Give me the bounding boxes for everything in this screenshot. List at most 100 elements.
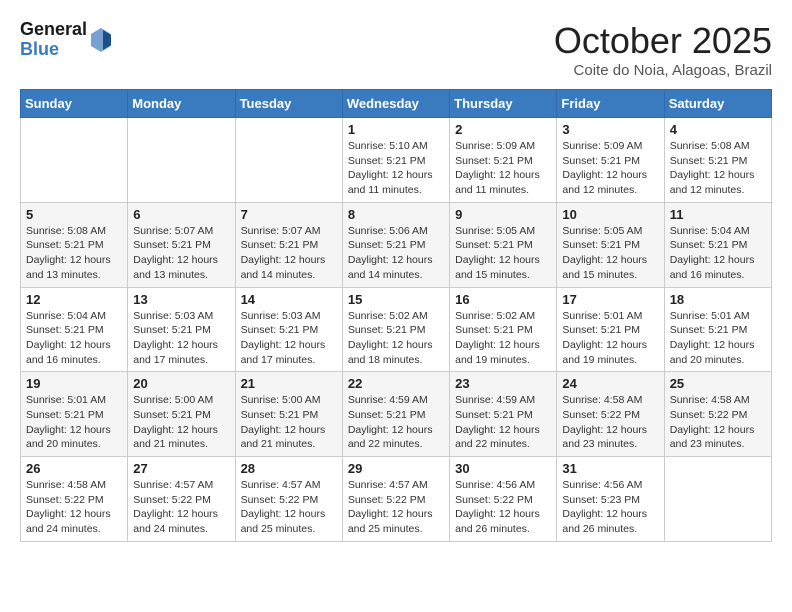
weekday-header: Tuesday	[235, 90, 342, 118]
logo-general: General	[20, 20, 87, 40]
calendar-day-cell: 18 Sunrise: 5:01 AM Sunset: 5:21 PM Dayli…	[664, 287, 771, 372]
calendar-day-cell: 20Sunrise: 5:00 AM Sunset: 5:21 PM Dayli…	[128, 372, 235, 457]
day-number: 11	[670, 207, 766, 222]
day-info: Sunrise: 5:00 AM Sunset: 5:21 PM Dayligh…	[241, 393, 337, 452]
day-number: 5	[26, 207, 122, 222]
day-number: 20	[133, 376, 229, 391]
calendar-day-cell: 11Sunrise: 5:04 AM Sunset: 5:21 PM Dayli…	[664, 202, 771, 287]
day-number: 1	[348, 122, 444, 137]
day-number: 18	[670, 292, 766, 307]
calendar-day-cell: 21 Sunrise: 5:00 AM Sunset: 5:21 PM Dayli…	[235, 372, 342, 457]
logo-icon	[89, 26, 113, 54]
day-number: 2	[455, 122, 551, 137]
day-info: Sunrise: 4:58 AM Sunset: 5:22 PM Dayligh…	[26, 478, 122, 537]
calendar-day-cell: 29 Sunrise: 4:57 AM Sunset: 5:22 PM Dayli…	[342, 457, 449, 542]
calendar-day-cell: 7 Sunrise: 5:07 AM Sunset: 5:21 PM Daylig…	[235, 202, 342, 287]
day-info: Sunrise: 5:08 AM Sunset: 5:21 PM Dayligh…	[26, 224, 122, 283]
calendar-table: SundayMondayTuesdayWednesdayThursdayFrid…	[20, 89, 772, 542]
day-number: 26	[26, 461, 122, 476]
calendar-day-cell: 25 Sunrise: 4:58 AM Sunset: 5:22 PM Dayli…	[664, 372, 771, 457]
calendar-day-cell: 8 Sunrise: 5:06 AM Sunset: 5:21 PM Daylig…	[342, 202, 449, 287]
day-number: 17	[562, 292, 658, 307]
day-number: 4	[670, 122, 766, 137]
day-info: Sunrise: 4:58 AM Sunset: 5:22 PM Dayligh…	[562, 393, 658, 452]
day-number: 3	[562, 122, 658, 137]
day-number: 10	[562, 207, 658, 222]
calendar-day-cell: 23 Sunrise: 4:59 AM Sunset: 5:21 PM Dayli…	[450, 372, 557, 457]
calendar-day-cell: 31Sunrise: 4:56 AM Sunset: 5:23 PM Dayli…	[557, 457, 664, 542]
day-info: Sunrise: 5:03 AM Sunset: 5:21 PM Dayligh…	[241, 309, 337, 368]
day-info: Sunrise: 5:01 AM Sunset: 5:21 PM Dayligh…	[26, 393, 122, 452]
day-info: Sunrise: 5:03 AM Sunset: 5:21 PM Dayligh…	[133, 309, 229, 368]
calendar-day-cell: 22 Sunrise: 4:59 AM Sunset: 5:21 PM Dayli…	[342, 372, 449, 457]
calendar-day-cell: 27Sunrise: 4:57 AM Sunset: 5:22 PM Dayli…	[128, 457, 235, 542]
day-number: 14	[241, 292, 337, 307]
day-number: 16	[455, 292, 551, 307]
day-number: 30	[455, 461, 551, 476]
calendar-day-cell: 12 Sunrise: 5:04 AM Sunset: 5:21 PM Dayli…	[21, 287, 128, 372]
day-info: Sunrise: 5:01 AM Sunset: 5:21 PM Dayligh…	[562, 309, 658, 368]
day-info: Sunrise: 4:58 AM Sunset: 5:22 PM Dayligh…	[670, 393, 766, 452]
day-number: 22	[348, 376, 444, 391]
calendar-day-cell	[664, 457, 771, 542]
day-number: 25	[670, 376, 766, 391]
day-number: 31	[562, 461, 658, 476]
day-info: Sunrise: 5:05 AM Sunset: 5:21 PM Dayligh…	[562, 224, 658, 283]
day-number: 29	[348, 461, 444, 476]
day-info: Sunrise: 4:57 AM Sunset: 5:22 PM Dayligh…	[348, 478, 444, 537]
calendar-day-cell: 24 Sunrise: 4:58 AM Sunset: 5:22 PM Dayli…	[557, 372, 664, 457]
calendar-day-cell: 3 Sunrise: 5:09 AM Sunset: 5:21 PM Daylig…	[557, 118, 664, 203]
day-info: Sunrise: 5:09 AM Sunset: 5:21 PM Dayligh…	[562, 139, 658, 198]
day-number: 8	[348, 207, 444, 222]
calendar-week-row: 19 Sunrise: 5:01 AM Sunset: 5:21 PM Dayli…	[21, 372, 772, 457]
day-number: 24	[562, 376, 658, 391]
day-info: Sunrise: 5:05 AM Sunset: 5:21 PM Dayligh…	[455, 224, 551, 283]
calendar-day-cell	[235, 118, 342, 203]
calendar-day-cell: 30 Sunrise: 4:56 AM Sunset: 5:22 PM Dayli…	[450, 457, 557, 542]
day-info: Sunrise: 4:59 AM Sunset: 5:21 PM Dayligh…	[455, 393, 551, 452]
calendar-day-cell: 9Sunrise: 5:05 AM Sunset: 5:21 PM Daylig…	[450, 202, 557, 287]
weekday-header: Thursday	[450, 90, 557, 118]
calendar-day-cell: 6Sunrise: 5:07 AM Sunset: 5:21 PM Daylig…	[128, 202, 235, 287]
weekday-header: Friday	[557, 90, 664, 118]
day-info: Sunrise: 5:06 AM Sunset: 5:21 PM Dayligh…	[348, 224, 444, 283]
calendar-day-cell	[21, 118, 128, 203]
day-number: 6	[133, 207, 229, 222]
calendar-day-cell: 13 Sunrise: 5:03 AM Sunset: 5:21 PM Dayli…	[128, 287, 235, 372]
calendar-day-cell: 26 Sunrise: 4:58 AM Sunset: 5:22 PM Dayli…	[21, 457, 128, 542]
day-number: 12	[26, 292, 122, 307]
calendar-day-cell: 14 Sunrise: 5:03 AM Sunset: 5:21 PM Dayli…	[235, 287, 342, 372]
calendar-day-cell: 5 Sunrise: 5:08 AM Sunset: 5:21 PM Daylig…	[21, 202, 128, 287]
calendar-header-row: SundayMondayTuesdayWednesdayThursdayFrid…	[21, 90, 772, 118]
weekday-header: Sunday	[21, 90, 128, 118]
calendar-week-row: 5 Sunrise: 5:08 AM Sunset: 5:21 PM Daylig…	[21, 202, 772, 287]
day-number: 23	[455, 376, 551, 391]
page-header: General Blue October 2025 Coite do Noia,…	[20, 20, 772, 79]
logo: General Blue	[20, 20, 113, 60]
calendar-day-cell: 4 Sunrise: 5:08 AM Sunset: 5:21 PM Daylig…	[664, 118, 771, 203]
calendar-day-cell: 16Sunrise: 5:02 AM Sunset: 5:21 PM Dayli…	[450, 287, 557, 372]
day-info: Sunrise: 4:59 AM Sunset: 5:21 PM Dayligh…	[348, 393, 444, 452]
day-number: 13	[133, 292, 229, 307]
day-info: Sunrise: 5:10 AM Sunset: 5:21 PM Dayligh…	[348, 139, 444, 198]
day-number: 19	[26, 376, 122, 391]
calendar-day-cell: 17 Sunrise: 5:01 AM Sunset: 5:21 PM Dayli…	[557, 287, 664, 372]
day-number: 28	[241, 461, 337, 476]
weekday-header: Monday	[128, 90, 235, 118]
title-block: October 2025 Coite do Noia, Alagoas, Bra…	[554, 20, 772, 79]
day-info: Sunrise: 5:01 AM Sunset: 5:21 PM Dayligh…	[670, 309, 766, 368]
day-info: Sunrise: 4:56 AM Sunset: 5:22 PM Dayligh…	[455, 478, 551, 537]
calendar-day-cell: 15Sunrise: 5:02 AM Sunset: 5:21 PM Dayli…	[342, 287, 449, 372]
day-info: Sunrise: 5:02 AM Sunset: 5:21 PM Dayligh…	[348, 309, 444, 368]
day-info: Sunrise: 5:07 AM Sunset: 5:21 PM Dayligh…	[241, 224, 337, 283]
calendar-week-row: 1 Sunrise: 5:10 AM Sunset: 5:21 PM Daylig…	[21, 118, 772, 203]
day-number: 21	[241, 376, 337, 391]
calendar-day-cell: 28Sunrise: 4:57 AM Sunset: 5:22 PM Dayli…	[235, 457, 342, 542]
day-info: Sunrise: 5:09 AM Sunset: 5:21 PM Dayligh…	[455, 139, 551, 198]
month-title: October 2025	[554, 20, 772, 62]
calendar-week-row: 12 Sunrise: 5:04 AM Sunset: 5:21 PM Dayli…	[21, 287, 772, 372]
day-info: Sunrise: 5:04 AM Sunset: 5:21 PM Dayligh…	[26, 309, 122, 368]
day-info: Sunrise: 5:08 AM Sunset: 5:21 PM Dayligh…	[670, 139, 766, 198]
day-info: Sunrise: 4:57 AM Sunset: 5:22 PM Dayligh…	[133, 478, 229, 537]
day-number: 7	[241, 207, 337, 222]
